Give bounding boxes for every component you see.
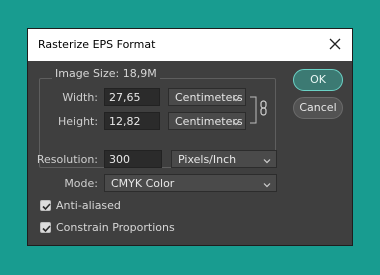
chevron-down-icon bbox=[263, 178, 271, 193]
chevron-down-icon bbox=[232, 116, 240, 131]
mode-value: CMYK Color bbox=[111, 177, 175, 190]
mode-select[interactable]: CMYK Color bbox=[104, 174, 277, 192]
resolution-unit-value: Pixels/Inch bbox=[178, 153, 237, 166]
resolution-label: Resolution: bbox=[36, 153, 98, 166]
resolution-field[interactable]: 300 bbox=[104, 150, 162, 168]
constrain-proportions-checkbox[interactable] bbox=[40, 222, 51, 233]
width-label: Width: bbox=[62, 91, 98, 104]
chain-link-icon[interactable] bbox=[250, 95, 270, 125]
width-field[interactable]: 27,65 bbox=[104, 88, 160, 106]
ok-button[interactable]: OK bbox=[293, 69, 343, 91]
rasterize-dialog: Rasterize EPS Format Image Size: 18,9M W… bbox=[27, 28, 353, 246]
checkmark-icon bbox=[42, 203, 51, 211]
anti-aliased-checkbox[interactable] bbox=[40, 200, 51, 211]
cancel-button[interactable]: Cancel bbox=[293, 97, 343, 119]
dialog-titlebar: Rasterize EPS Format bbox=[28, 29, 352, 61]
image-size-label: Image Size: 18,9M bbox=[52, 67, 160, 80]
height-unit-select[interactable]: Centimeters bbox=[168, 112, 246, 130]
constrain-proportions-label[interactable]: Constrain Proportions bbox=[56, 221, 175, 234]
chevron-down-icon bbox=[263, 154, 271, 169]
width-unit-select[interactable]: Centimeters bbox=[168, 88, 246, 106]
checkmark-icon bbox=[42, 225, 51, 233]
height-label: Height: bbox=[58, 115, 99, 128]
chevron-down-icon bbox=[232, 92, 240, 107]
resolution-unit-select[interactable]: Pixels/Inch bbox=[171, 150, 277, 168]
height-field[interactable]: 12,82 bbox=[104, 112, 160, 130]
mode-label: Mode: bbox=[64, 177, 98, 190]
anti-aliased-label[interactable]: Anti-aliased bbox=[56, 199, 121, 212]
close-icon[interactable] bbox=[324, 33, 346, 55]
dialog-title: Rasterize EPS Format bbox=[38, 38, 156, 51]
